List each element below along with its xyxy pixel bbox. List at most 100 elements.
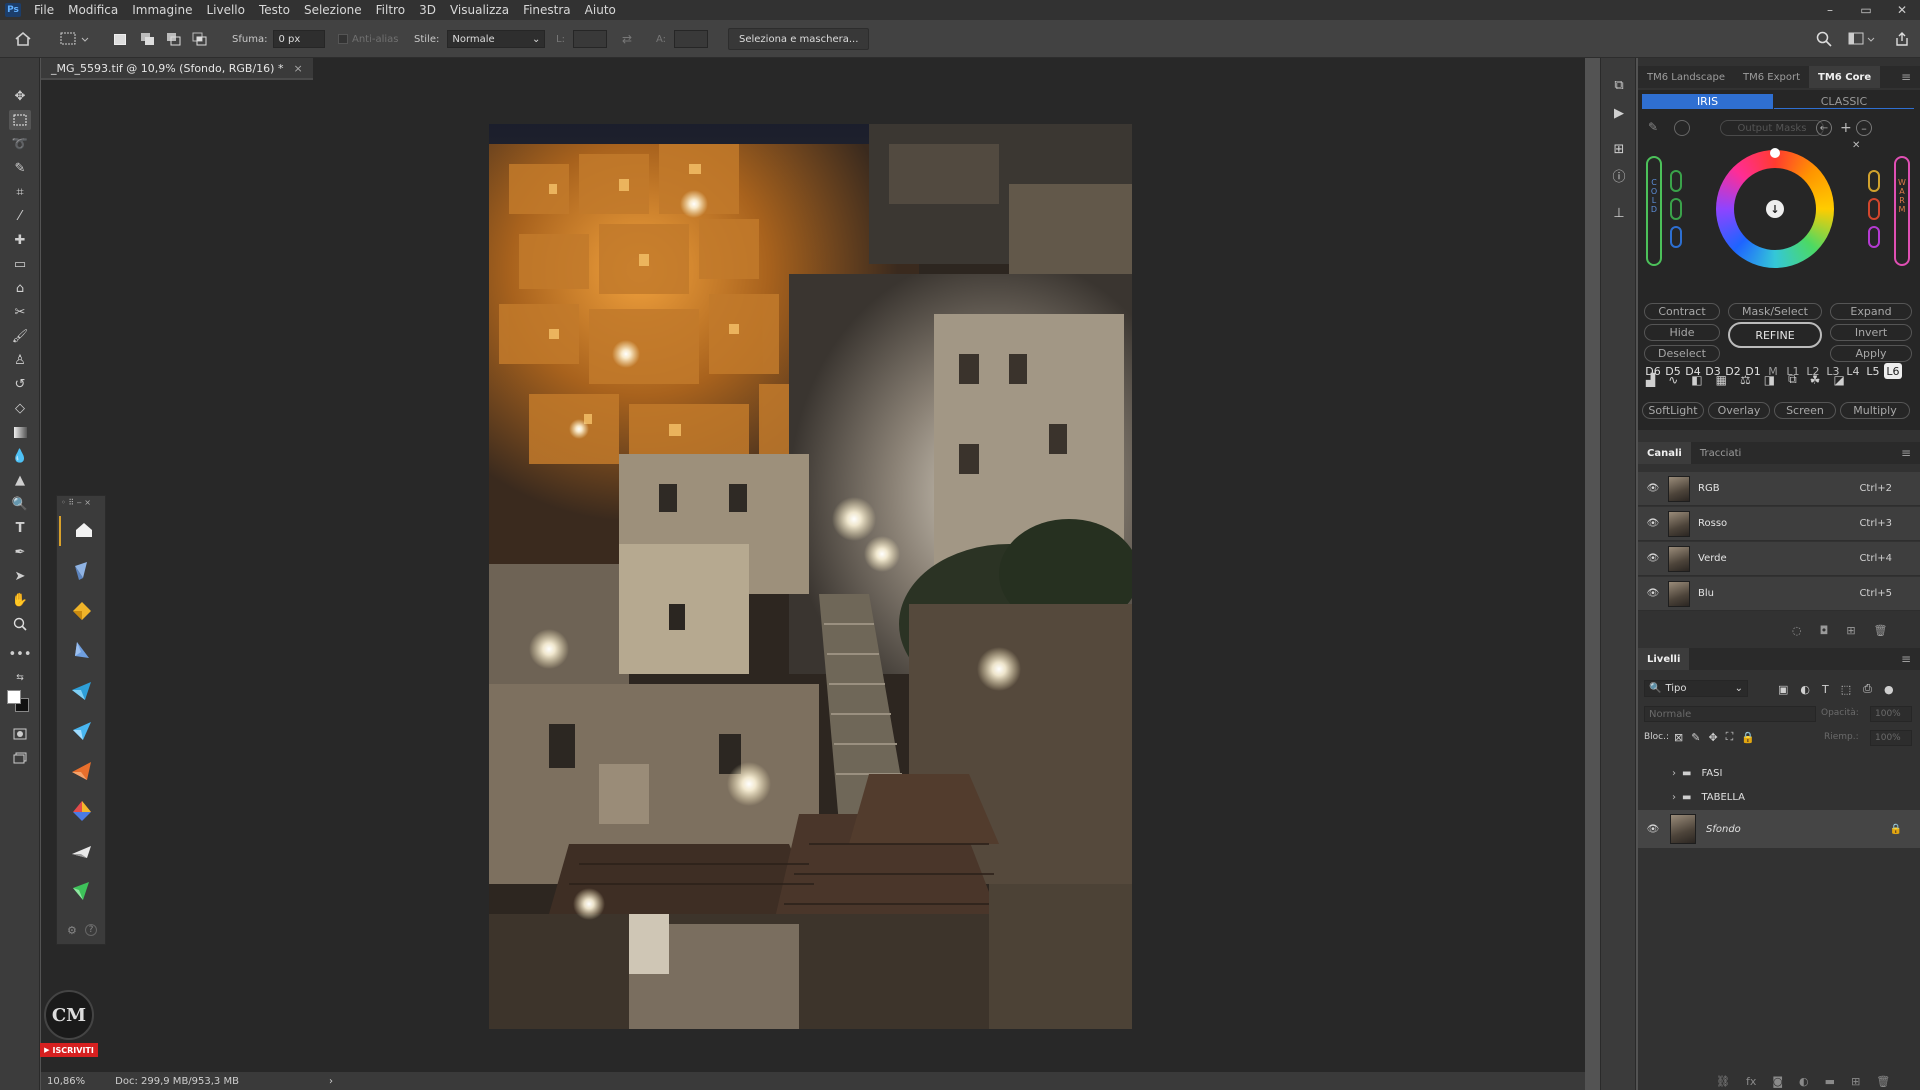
rectangular-marquee-tool-icon[interactable]: [9, 110, 31, 130]
channel-mixer-icon[interactable]: ☘: [1810, 373, 1821, 387]
warm-red-pill[interactable]: [1868, 198, 1880, 220]
panel-settings-icon[interactable]: ⚙: [67, 924, 77, 937]
mask-select-button[interactable]: Mask/Select: [1728, 303, 1822, 320]
eye-icon[interactable]: 👁: [1646, 553, 1660, 564]
close-button[interactable]: ✕: [1884, 0, 1920, 20]
pixel-filter-icon[interactable]: ▣: [1778, 683, 1788, 696]
content-aware-move-icon[interactable]: ✂: [9, 302, 31, 322]
add-mask-icon[interactable]: ◙: [1772, 1075, 1783, 1088]
load-selection-icon[interactable]: ◌: [1792, 624, 1802, 637]
classic-mode-button[interactable]: CLASSIC: [1774, 94, 1914, 109]
actions-panel-icon[interactable]: ▶: [1610, 104, 1628, 122]
new-adjustment-icon[interactable]: ◐: [1799, 1075, 1809, 1088]
new-group-icon[interactable]: ▬: [1825, 1075, 1835, 1088]
channel-row-rgb[interactable]: 👁 RGB Ctrl+2: [1638, 472, 1920, 506]
restore-button[interactable]: ▭: [1848, 0, 1884, 20]
expand-button[interactable]: Expand: [1830, 303, 1912, 320]
target-icon[interactable]: [1674, 120, 1690, 136]
screen-button[interactable]: Screen: [1774, 402, 1836, 419]
height-input[interactable]: [674, 30, 709, 48]
swap-colors-icon[interactable]: ⇆: [9, 670, 31, 686]
panel-menu-icon[interactable]: ≡: [1892, 66, 1920, 88]
layers-menu-icon[interactable]: ≡: [1892, 648, 1920, 670]
adjustment-filter-icon[interactable]: ◐: [1800, 683, 1810, 696]
lum-l6[interactable]: L6: [1884, 363, 1902, 379]
properties-panel-icon[interactable]: ⊞: [1610, 140, 1628, 158]
new-selection-icon[interactable]: [114, 20, 126, 58]
curves-icon[interactable]: ∿: [1668, 373, 1678, 387]
style-select[interactable]: Normale ⌄: [447, 30, 546, 48]
quick-mask-icon[interactable]: [9, 724, 31, 744]
eyedropper-icon[interactable]: ✎: [1648, 120, 1658, 134]
lock-transparency-icon[interactable]: ⊠: [1674, 731, 1683, 744]
status-menu-arrow[interactable]: ›: [329, 1076, 333, 1087]
type-tool-icon[interactable]: T: [9, 518, 31, 538]
sharpen-tool-icon[interactable]: ▲: [9, 470, 31, 490]
group-chevron-icon[interactable]: ›: [1672, 768, 1676, 779]
close-x-icon[interactable]: ✕: [1852, 140, 1860, 151]
menu-filtro[interactable]: Filtro: [369, 3, 412, 17]
more-tools-icon[interactable]: •••: [9, 644, 32, 664]
lum-l5[interactable]: L5: [1864, 363, 1882, 379]
plus-icon[interactable]: +: [1840, 120, 1852, 136]
zoom-level[interactable]: 10,86%: [47, 1076, 85, 1087]
home-tool-selected[interactable]: [59, 516, 103, 546]
cyan-prism-icon[interactable]: [69, 678, 95, 704]
photo-filter-icon[interactable]: ⧉: [1788, 372, 1797, 387]
layer-row-tabella[interactable]: › ▬ TABELLA: [1638, 786, 1920, 808]
output-masks-field[interactable]: Output Masks: [1720, 120, 1824, 136]
tab-tm6-export[interactable]: TM6 Export: [1734, 66, 1809, 88]
menu-3d[interactable]: 3D: [412, 3, 443, 17]
search-icon[interactable]: [1816, 20, 1832, 58]
new-layer-icon[interactable]: ⊞: [1851, 1075, 1860, 1088]
wheel-handle[interactable]: [1770, 148, 1780, 158]
minimize-button[interactable]: –: [1812, 0, 1848, 20]
orange-prism-icon[interactable]: [69, 758, 95, 784]
clone-stamp-tool-icon[interactable]: ♙: [9, 350, 31, 370]
group-chevron-icon[interactable]: ›: [1672, 792, 1676, 803]
lock-all-icon[interactable]: 🔒: [1741, 731, 1755, 744]
eye-icon[interactable]: 👁: [1646, 588, 1660, 599]
dodge-tool-icon[interactable]: 🔍: [9, 494, 31, 514]
cold-teal-pill[interactable]: [1670, 198, 1682, 220]
menu-selezione[interactable]: Selezione: [297, 3, 369, 17]
subtract-selection-icon[interactable]: [166, 20, 182, 58]
channel-logo[interactable]: CM: [44, 990, 94, 1040]
blur-tool-icon[interactable]: 💧: [9, 446, 31, 466]
add-selection-icon[interactable]: [140, 20, 156, 58]
menu-testo[interactable]: Testo: [252, 3, 297, 17]
intersect-selection-icon[interactable]: [192, 20, 208, 58]
apply-button[interactable]: Apply: [1830, 345, 1912, 362]
menu-modifica[interactable]: Modifica: [61, 3, 125, 17]
droplet-tool-icon[interactable]: [69, 558, 95, 584]
back-icon[interactable]: ←: [1816, 120, 1832, 136]
channels-menu-icon[interactable]: ≡: [1892, 442, 1920, 464]
lock-artboard-icon[interactable]: ⛶: [1726, 730, 1734, 744]
tab-tracciati[interactable]: Tracciati: [1691, 442, 1750, 464]
spot-healing-tool-icon[interactable]: ✚: [9, 230, 31, 250]
channel-row-verde[interactable]: 👁 Verde Ctrl+4: [1638, 542, 1920, 576]
menu-immagine[interactable]: Immagine: [125, 3, 199, 17]
minus-icon[interactable]: –: [1856, 120, 1872, 136]
document-tab[interactable]: _MG_5593.tif @ 10,9% (Sfondo, RGB/16) * …: [41, 58, 313, 80]
brush-tool-icon[interactable]: 🖌: [9, 326, 31, 346]
visibility-toggle[interactable]: [1646, 791, 1658, 803]
move-tool-icon[interactable]: ✥: [9, 86, 31, 106]
close-tab-icon[interactable]: ×: [293, 62, 302, 75]
marquee-preset-icon[interactable]: [60, 20, 90, 58]
white-prism-icon[interactable]: [69, 838, 95, 864]
healing-brush-tool-icon[interactable]: ▭: [9, 254, 31, 274]
green-arrow-icon[interactable]: [69, 878, 95, 904]
feather-input[interactable]: 0 px: [273, 30, 326, 48]
workspace-icon[interactable]: [1848, 20, 1876, 58]
menu-visualizza[interactable]: Visualizza: [443, 3, 516, 17]
wheel-center-arrow-icon[interactable]: ↓: [1766, 200, 1784, 218]
quick-selection-tool-icon[interactable]: ✎: [9, 158, 31, 178]
softlight-button[interactable]: SoftLight: [1642, 402, 1704, 419]
eye-icon[interactable]: 👁: [1646, 518, 1660, 529]
multiply-button[interactable]: Multiply: [1840, 402, 1910, 419]
deselect-button[interactable]: Deselect: [1644, 345, 1720, 362]
opacity-input[interactable]: 100%: [1870, 706, 1912, 722]
invert-button[interactable]: Invert: [1830, 324, 1912, 341]
pen-tool-icon[interactable]: ✒: [9, 542, 31, 562]
